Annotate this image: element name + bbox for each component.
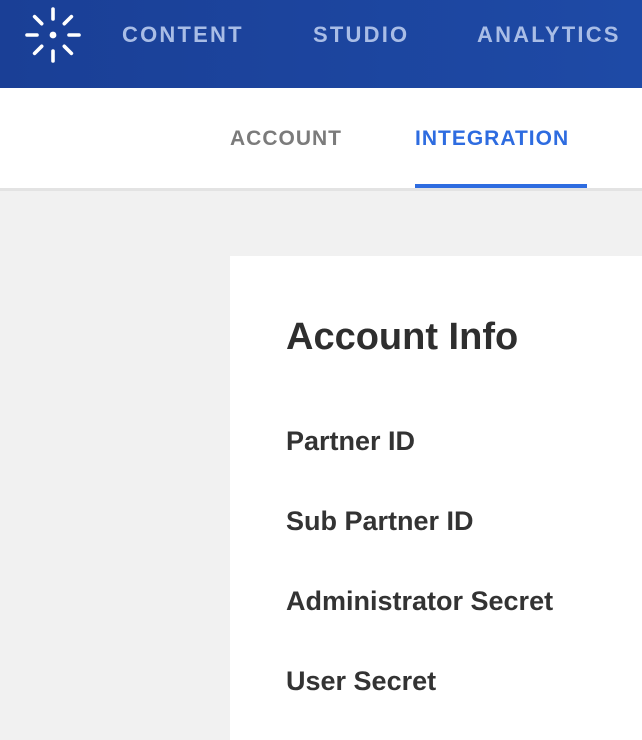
nav-content[interactable]: CONTENT	[122, 20, 244, 50]
nav-studio[interactable]: STUDIO	[313, 20, 409, 50]
top-navigation-bar: CONTENT STUDIO ANALYTICS	[0, 0, 642, 88]
nav-analytics[interactable]: ANALYTICS	[477, 20, 621, 50]
field-label-user-secret: User Secret	[286, 666, 437, 696]
tab-integration[interactable]: INTEGRATION	[415, 124, 569, 154]
field-label-administrator-secret: Administrator Secret	[286, 586, 554, 616]
tab-account[interactable]: ACCOUNT	[230, 124, 342, 154]
account-info-card: Account Info Partner ID Sub Partner ID A…	[230, 256, 642, 740]
active-tab-indicator	[415, 184, 587, 188]
field-label-partner-id: Partner ID	[286, 426, 416, 456]
card-title: Account Info	[286, 316, 519, 358]
field-label-sub-partner-id: Sub Partner ID	[286, 506, 474, 536]
spark-logo-icon[interactable]	[24, 6, 82, 64]
settings-tab-bar: ACCOUNT INTEGRATION	[0, 88, 642, 191]
